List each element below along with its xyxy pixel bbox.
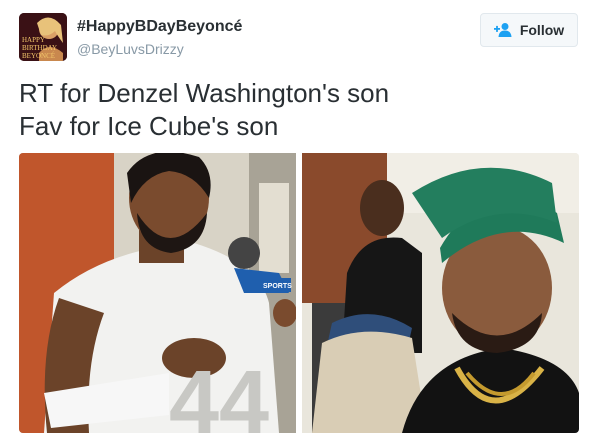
follow-button[interactable]: Follow (480, 13, 578, 47)
add-user-icon (493, 22, 514, 38)
mic-logo-text: SPORTS (263, 283, 292, 290)
tweet-text: RT for Denzel Washington's son Fav for I… (19, 78, 390, 141)
avatar-text-2: BIRTHDAY (22, 44, 57, 52)
photo-left[interactable]: 44 SPORTS (19, 153, 296, 433)
display-name[interactable]: #HappyBDayBeyoncé (77, 18, 242, 36)
svg-text:44: 44 (169, 353, 269, 433)
athlete-photo: 44 SPORTS (19, 153, 296, 433)
avatar-image: HAPPY BIRTHDAY BEYONCÉ (19, 13, 67, 61)
avatar-text-1: HAPPY (22, 36, 45, 44)
user-handle[interactable]: @BeyLuvsDrizzy (77, 41, 184, 57)
follow-label: Follow (519, 22, 565, 38)
avatar[interactable]: HAPPY BIRTHDAY BEYONCÉ (19, 13, 67, 61)
photo-right[interactable] (302, 153, 579, 433)
avatar-text-3: BEYONCÉ (22, 52, 55, 60)
selfie-photo (302, 153, 579, 433)
